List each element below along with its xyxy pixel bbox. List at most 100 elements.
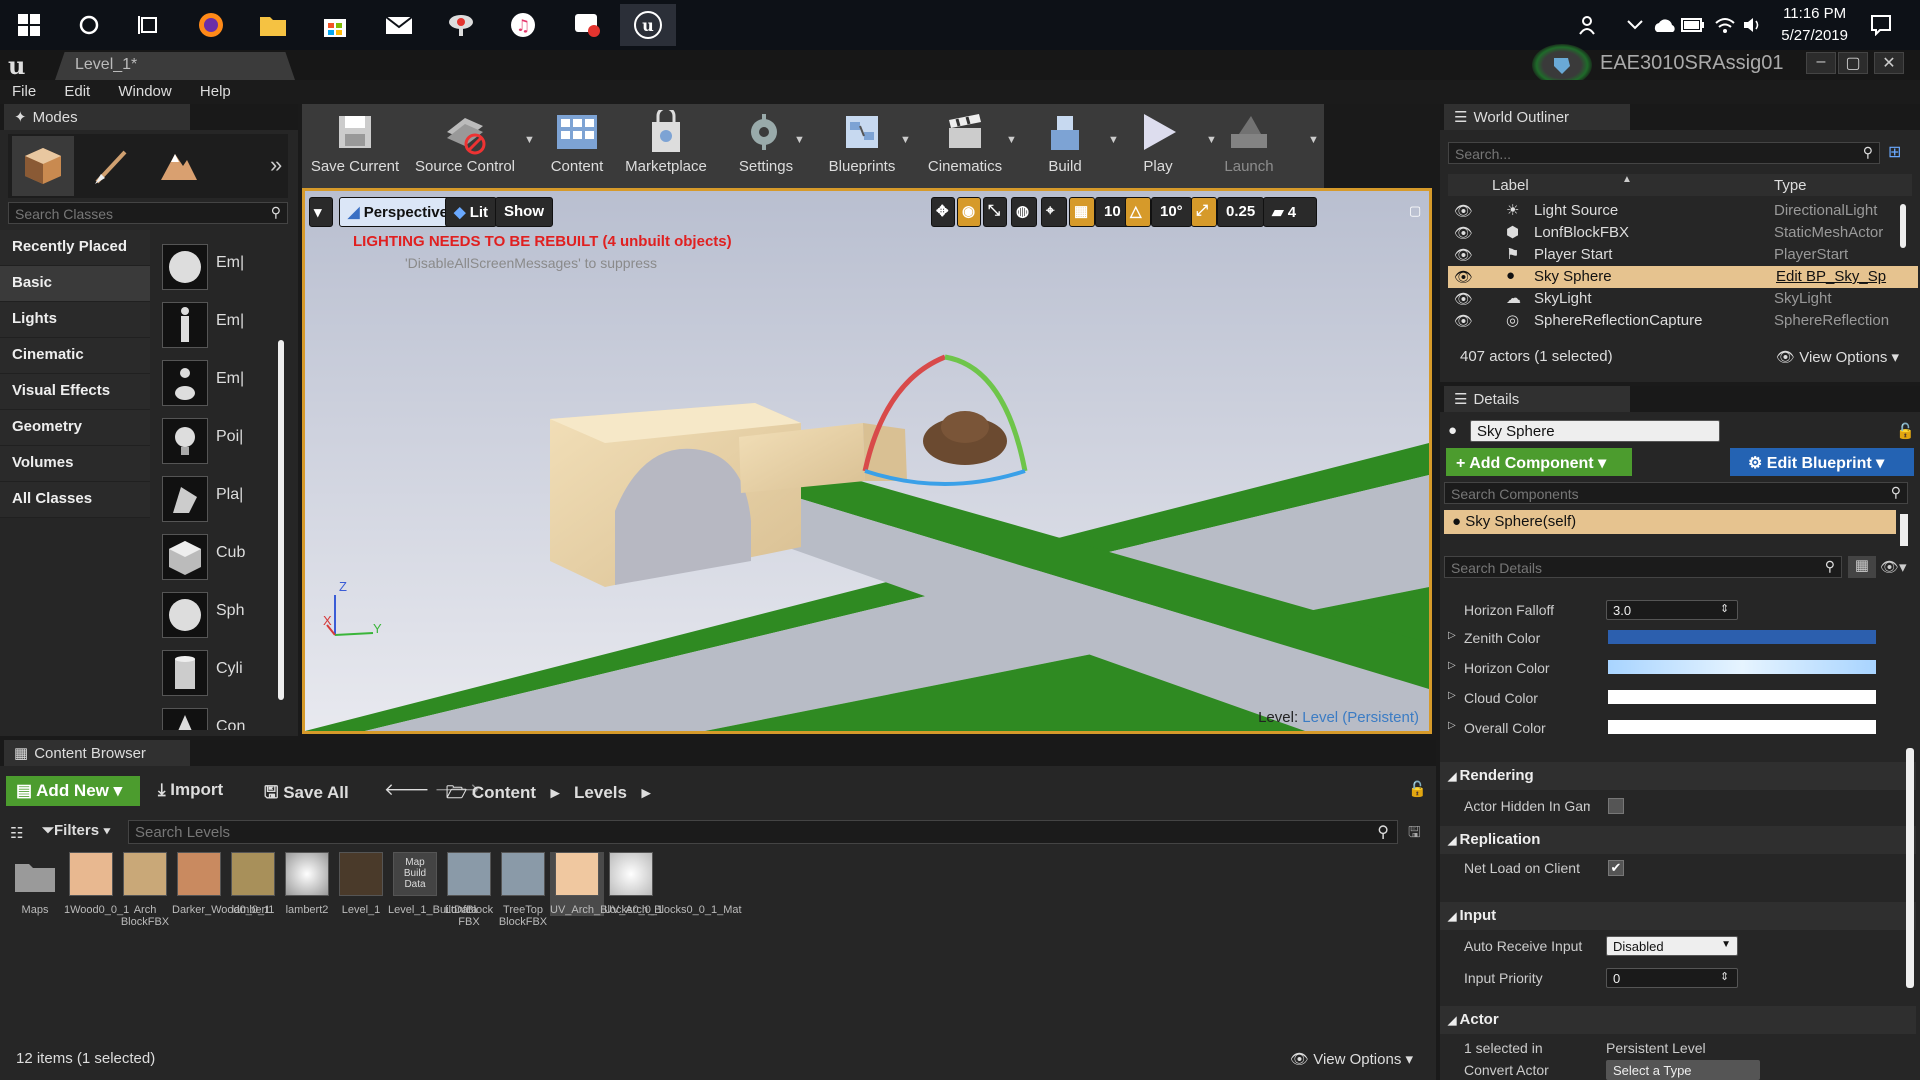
visibility-eye-icon[interactable]: 👁 [1454, 224, 1473, 242]
place-item[interactable]: Em| [154, 354, 274, 412]
type-column-header[interactable]: Type [1774, 177, 1807, 194]
label-column-header[interactable]: Label [1492, 177, 1529, 194]
content-button[interactable]: Content [542, 106, 612, 186]
asset-tile[interactable]: lambert2 [280, 852, 334, 916]
play-button[interactable]: Play [1128, 106, 1188, 186]
search-details-input[interactable]: Search Details ⚲ [1444, 556, 1842, 578]
components-scrollbar[interactable] [1900, 514, 1908, 546]
notifications-icon[interactable] [1864, 8, 1898, 42]
convert-actor-dropdown[interactable]: Select a Type [1606, 1060, 1760, 1080]
store-icon[interactable] [318, 8, 352, 42]
actor-section-header[interactable]: ◢ Actor [1440, 1006, 1916, 1034]
asset-tile[interactable]: Level_1 [334, 852, 388, 916]
surface-snap-icon[interactable]: ⌖ [1041, 197, 1067, 227]
add-new-button[interactable]: ▤ Add New ▾ [6, 776, 140, 806]
viewport-options-button[interactable]: ▾ [309, 197, 333, 227]
visibility-eye-icon[interactable]: 👁 [1454, 202, 1473, 220]
cinematics-dropdown-icon[interactable]: ▼ [1006, 134, 1017, 146]
rendering-section-header[interactable]: ◢ Rendering [1440, 762, 1916, 790]
show-button[interactable]: Show [495, 197, 553, 227]
menu-edit[interactable]: Edit [52, 80, 102, 103]
asset-tile[interactable]: Map Build Data Level_1_BuiltData [388, 852, 477, 916]
visibility-eye-icon[interactable]: 👁 [1454, 246, 1473, 264]
zenith-color-swatch[interactable] [1608, 630, 1876, 644]
launch-dropdown-icon[interactable]: ▼ [1308, 134, 1319, 146]
actor-name-field[interactable]: Sky Sphere [1470, 420, 1720, 442]
settings-dropdown-icon[interactable]: ▼ [794, 134, 805, 146]
mail-icon[interactable] [382, 8, 416, 42]
maximize-viewport-icon[interactable]: ▢ [1409, 203, 1421, 219]
menu-window[interactable]: Window [106, 80, 183, 103]
landscape-mode-button[interactable] [148, 136, 210, 196]
translate-tool-icon[interactable]: ✥ [931, 197, 955, 227]
breadcrumb-levels[interactable]: Levels [574, 783, 627, 802]
firefox-icon[interactable] [194, 8, 228, 42]
save-current-button[interactable]: Save Current [310, 106, 400, 186]
visibility-eye-icon[interactable]: 👁 [1454, 268, 1473, 286]
cloud-color-swatch[interactable] [1608, 690, 1876, 704]
play-dropdown-icon[interactable]: ▼ [1206, 134, 1217, 146]
modes-tab[interactable]: ✦ Modes [4, 104, 190, 130]
grid-snap-icon[interactable]: ▦ [1069, 197, 1095, 227]
close-button[interactable]: ✕ [1874, 52, 1904, 74]
asset-tile[interactable]: LonfBlock FBX [442, 852, 496, 928]
edit-blueprint-button[interactable]: ⚙ Edit Blueprint ▾ [1730, 448, 1914, 476]
input-section-header[interactable]: ◢ Input [1440, 902, 1916, 930]
breadcrumb-more-icon[interactable]: ▸ [642, 783, 651, 802]
blueprints-dropdown-icon[interactable]: ▼ [900, 134, 911, 146]
asset-tile[interactable]: UV_Arch_Blocks0_0_1 [550, 852, 663, 916]
chevron-up-icon[interactable] [1618, 8, 1652, 42]
save-search-icon[interactable]: 🖫 [1408, 822, 1421, 847]
rotation-snap-icon[interactable]: △ [1125, 197, 1151, 227]
menu-file[interactable]: File [0, 80, 48, 103]
scale-tool-icon[interactable]: ⤡ [983, 197, 1007, 227]
place-item[interactable]: Em| [154, 296, 274, 354]
volume-icon[interactable] [1736, 8, 1770, 42]
search-components-input[interactable]: Search Components ⚲ [1444, 482, 1908, 504]
table-row[interactable]: 👁 ⬢ LonfBlockFBX StaticMeshActor [1448, 222, 1918, 244]
task-view-icon[interactable] [132, 8, 166, 42]
edit-blueprint-link[interactable]: Edit BP_Sky_Sp [1776, 268, 1886, 285]
app-icon[interactable] [444, 8, 478, 42]
scale-snap-icon[interactable]: ⤢ [1191, 197, 1217, 227]
menu-help[interactable]: Help [188, 80, 243, 103]
place-mode-button[interactable] [12, 136, 74, 196]
place-item[interactable]: Poi| [154, 412, 274, 470]
paint-mode-button[interactable] [80, 136, 142, 196]
world-space-icon[interactable]: ◍ [1011, 197, 1037, 227]
input-priority-input[interactable]: 0 [1606, 968, 1738, 988]
screen-record-icon[interactable] [570, 8, 604, 42]
category-cinematic[interactable]: Cinematic [0, 338, 150, 374]
place-item[interactable]: Pla| [154, 470, 274, 528]
add-component-button[interactable]: + Add Component ▾ [1446, 448, 1632, 476]
rotation-snap-value[interactable]: 10° [1151, 197, 1192, 227]
marketplace-button[interactable]: Marketplace [618, 106, 714, 186]
lock-icon[interactable]: 🔓 [1896, 422, 1915, 440]
replication-section-header[interactable]: ◢ Replication [1440, 826, 1916, 854]
level-tab[interactable]: Level_1* [55, 52, 295, 80]
table-row[interactable]: 👁 ◎ SphereReflectionCapture SphereReflectio… [1448, 310, 1918, 332]
place-item[interactable]: Con [154, 702, 274, 730]
system-clock[interactable]: 11:16 PM 5/27/2019 [1781, 3, 1848, 47]
file-explorer-icon[interactable] [256, 8, 290, 42]
scale-snap-value[interactable]: 0.25 [1217, 197, 1265, 227]
source-control-dropdown-icon[interactable]: ▼ [524, 134, 535, 146]
search-levels-input[interactable]: Search Levels ⚲ [128, 820, 1398, 844]
asset-tile[interactable]: TreeTop BlockFBX [496, 852, 550, 928]
visibility-eye-icon[interactable]: 👁 [1454, 290, 1473, 308]
table-row[interactable]: 👁 ☁ SkyLight SkyLight [1448, 288, 1918, 310]
place-item[interactable]: Cyli [154, 644, 274, 702]
back-arrow-icon[interactable]: 🡐 [384, 780, 430, 799]
category-geometry[interactable]: Geometry [0, 410, 150, 446]
property-matrix-icon[interactable]: ▦ [1848, 556, 1876, 578]
maximize-button[interactable]: ▢ [1838, 52, 1868, 74]
expand-arrow-icon[interactable]: ▷ [1448, 720, 1456, 731]
windows-start-icon[interactable] [12, 8, 46, 42]
modes-scrollbar[interactable] [278, 340, 284, 700]
save-all-button[interactable]: 🖫 Save All [264, 780, 349, 809]
details-scrollbar[interactable] [1906, 748, 1914, 988]
spin-arrows-icon[interactable]: ⇕ [1720, 970, 1729, 983]
world-outliner-tab[interactable]: ☰ World Outliner [1444, 104, 1630, 130]
level-viewport[interactable]: ▾ ◢ Perspective ◆ Lit Show ✥ ◉ ⤡ ◍ ⌖ ▦ 1… [302, 188, 1432, 734]
sources-panel-toggle-icon[interactable]: ☷ [10, 824, 23, 842]
